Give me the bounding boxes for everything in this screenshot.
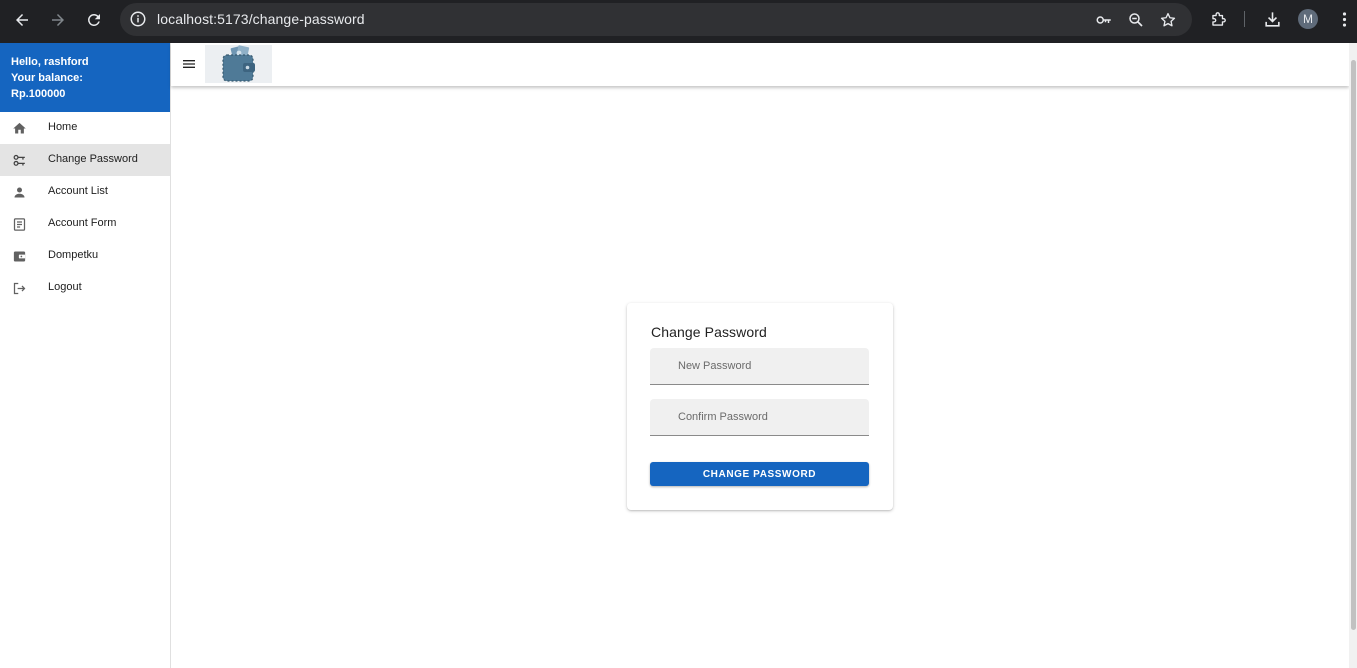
- forward-arrow-icon: [52, 14, 64, 26]
- browser-menu-button[interactable]: [1333, 9, 1355, 29]
- downloads-button[interactable]: [1261, 9, 1283, 29]
- sidebar-item-label: Dompetku: [48, 249, 99, 261]
- site-info-icon[interactable]: [129, 10, 147, 28]
- url-text[interactable]: localhost:5173/change-password: [157, 11, 365, 27]
- sidebar-item-label: Logout: [48, 281, 82, 293]
- puzzle-icon: [1211, 11, 1226, 26]
- zoom-button[interactable]: [1126, 11, 1146, 29]
- key-icon: [1096, 16, 1111, 24]
- greeting-text: Hello, rashford: [11, 56, 89, 68]
- user-summary: Hello, rashford Your balance: Rp.100000: [0, 43, 170, 112]
- sidebar-item-account-form[interactable]: Account Form: [0, 208, 170, 240]
- key-icon: [11, 152, 27, 168]
- sidebar-item-label: Change Password: [48, 153, 138, 165]
- menu-icon[interactable]: [181, 56, 197, 72]
- sidebar-item-account-list[interactable]: Account List: [0, 176, 170, 208]
- password-manager-button[interactable]: [1094, 11, 1114, 29]
- bookmark-button[interactable]: [1158, 11, 1178, 29]
- sidebar-item-logout[interactable]: Logout: [0, 272, 170, 304]
- download-icon: [1264, 11, 1280, 27]
- change-password-button[interactable]: CHANGE PASSWORD: [650, 462, 869, 486]
- profile-avatar[interactable]: M: [1298, 9, 1318, 29]
- forward-button[interactable]: [44, 8, 72, 32]
- zoom-out-icon: [1129, 13, 1143, 27]
- confirm-password-input[interactable]: [650, 399, 869, 435]
- sidebar-item-change-password[interactable]: Change Password: [0, 144, 170, 176]
- new-password-field[interactable]: [650, 348, 869, 385]
- sidebar-item-dompetku[interactable]: Dompetku: [0, 240, 170, 272]
- sidebar-item-label: Account List: [48, 185, 108, 197]
- logout-icon: [11, 280, 27, 296]
- extensions-button[interactable]: [1207, 9, 1229, 29]
- sidebar-item-label: Home: [48, 121, 78, 133]
- reload-icon: [88, 13, 100, 26]
- wallet-logo-icon: [221, 45, 255, 82]
- sidebar-item-label: Account Form: [48, 217, 117, 229]
- back-button[interactable]: [8, 8, 36, 32]
- page-scrollbar-thumb[interactable]: [1351, 60, 1356, 630]
- balance-value: Rp.100000: [11, 88, 66, 100]
- reload-button[interactable]: [80, 8, 108, 32]
- app-bar: [171, 43, 1349, 86]
- change-password-card: Change Password CHANGE PASSWORD: [627, 303, 893, 510]
- form-icon: [11, 216, 27, 232]
- address-bar[interactable]: localhost:5173/change-password: [120, 3, 1192, 36]
- app-logo[interactable]: [205, 45, 272, 83]
- nav-list: Home Change Password Account List Accoun…: [0, 112, 170, 304]
- person-icon: [11, 184, 27, 200]
- sidebar-item-home[interactable]: Home: [0, 112, 170, 144]
- toolbar-divider: [1244, 11, 1245, 27]
- wallet-icon: [11, 248, 27, 264]
- balance-label: Your balance:: [11, 72, 83, 84]
- confirm-password-field[interactable]: [650, 399, 869, 436]
- browser-toolbar: localhost:5173/change-password M: [0, 0, 1357, 43]
- more-vert-icon: [1342, 11, 1346, 27]
- back-arrow-icon: [16, 14, 28, 26]
- home-icon: [11, 120, 27, 136]
- sidebar: Hello, rashford Your balance: Rp.100000 …: [0, 43, 171, 668]
- new-password-input[interactable]: [650, 348, 869, 384]
- card-title: Change Password: [651, 324, 767, 340]
- star-icon: [1160, 12, 1176, 27]
